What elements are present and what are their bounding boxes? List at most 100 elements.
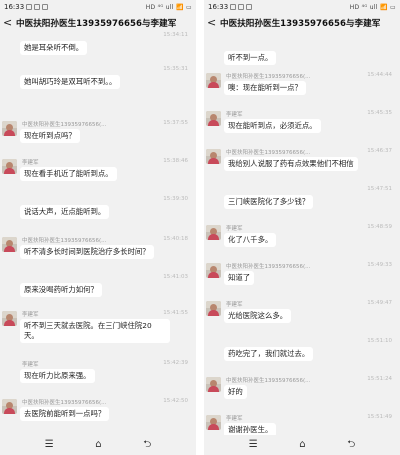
- message-item[interactable]: 李建军 15:51:49 谢谢孙医生。: [204, 412, 400, 435]
- sender-name: 中医扶阳孙医生13935976656(...: [22, 400, 107, 406]
- message-bubble[interactable]: 好的: [224, 385, 247, 399]
- message-time: 15:41:03: [163, 274, 188, 280]
- avatar[interactable]: [206, 263, 221, 278]
- message-bubble[interactable]: 听不清多长时间到医院治疗多长时间？: [20, 245, 154, 259]
- home-icon[interactable]: ⌂: [299, 435, 305, 455]
- notification-icon: [42, 4, 49, 10]
- notification-icon: [238, 4, 245, 10]
- avatar[interactable]: [206, 111, 221, 126]
- message-item[interactable]: 中医扶阳孙医生13935976656(... 15:42:50 去医院前能听到一点吗…: [0, 396, 196, 434]
- avatar[interactable]: [206, 377, 221, 392]
- message-item[interactable]: 李建军 15:45:35 现在能听到点，必须近点。: [204, 108, 400, 146]
- avatar[interactable]: [2, 237, 17, 252]
- message-bubble[interactable]: 听不到三天就去医院。在三门峡住院20天。: [20, 319, 170, 343]
- status-time: 16:33: [4, 3, 25, 11]
- chat-header: < 中医扶阳孙医生13935976656与李建军: [0, 14, 196, 32]
- message-time: 15:49:47: [367, 300, 392, 306]
- message-bubble[interactable]: 噢：现在能听到一点？: [224, 81, 306, 95]
- message-item[interactable]: 李建军 15:41:55 听不到三天就去医院。在三门峡住院20天。: [0, 308, 196, 346]
- back-icon[interactable]: <: [207, 14, 217, 32]
- avatar[interactable]: [206, 73, 221, 88]
- message-bubble[interactable]: 现在听力比原来强。: [20, 369, 95, 383]
- message-item[interactable]: 中医扶阳孙医生13935976656(... 15:49:33 知道了: [204, 260, 400, 298]
- message-bubble[interactable]: 现在听到点吗？: [20, 129, 80, 143]
- message-item[interactable]: 15:51:10 药吃完了，我们就过去。: [204, 336, 400, 374]
- message-item[interactable]: 15:47:51 三门峡医院化了多少钱？: [204, 184, 400, 222]
- message-item[interactable]: 中医扶阳孙医生13935976656(... 15:44:44 噢：现在能听到一点？: [204, 70, 400, 108]
- message-list[interactable]: 听不到一点。中医扶阳孙医生13935976656(... 15:44:44 噢：现在…: [204, 32, 400, 435]
- message-time: 15:40:18: [163, 236, 188, 242]
- home-icon[interactable]: ⌂: [95, 435, 101, 455]
- message-item[interactable]: 中医扶阳孙医生13935976656(... 15:40:18 听不清多长时间到医院…: [0, 234, 196, 272]
- message-bubble[interactable]: 她叫胡巧玲是双耳听不到。。: [20, 75, 121, 89]
- message-time: 15:44:44: [367, 72, 392, 78]
- message-bubble[interactable]: 三门峡医院化了多少钱？: [224, 195, 314, 209]
- sender-name: 李建军: [226, 112, 243, 118]
- sender-name: 中医扶阳孙医生13935976656(...: [22, 238, 107, 244]
- message-bubble[interactable]: 光给医院这么多。: [224, 309, 292, 323]
- chat-title: 中医扶阳孙医生13935976656与李建军: [16, 19, 177, 29]
- message-bubble[interactable]: 我给别人说服了药有点效果他们不相信: [224, 157, 358, 171]
- message-time: 15:51:10: [367, 338, 392, 344]
- message-bubble[interactable]: 知道了: [224, 271, 255, 285]
- status-time: 16:33: [208, 3, 229, 11]
- notification-icon: [230, 4, 237, 10]
- system-nav-bar: ☰ ⌂ ⮌: [204, 435, 400, 455]
- sender-name: 中医扶阳孙医生13935976656(...: [226, 150, 311, 156]
- message-bubble[interactable]: 听不到一点。: [224, 51, 277, 65]
- chat-screen-right: 16:33 HD ⁴ᴳ ull 📶 ▭ < 中医扶阳孙医生13935976656…: [204, 0, 400, 455]
- sender-name: 李建军: [22, 362, 39, 368]
- message-bubble[interactable]: 说话大声，近点能听到。: [20, 205, 110, 219]
- avatar[interactable]: [206, 301, 221, 316]
- back-nav-icon[interactable]: ⮌: [143, 435, 151, 455]
- sender-name: 李建军: [22, 312, 39, 318]
- message-item[interactable]: 15:41:03 原来没喝药听力如何？: [0, 272, 196, 310]
- avatar[interactable]: [206, 415, 221, 430]
- message-bubble[interactable]: 现在看手机近了能听到点。: [20, 167, 117, 181]
- message-time: 15:49:33: [367, 262, 392, 268]
- back-icon[interactable]: <: [3, 14, 13, 32]
- message-item[interactable]: 15:39:30 说话大声，近点能听到。: [0, 194, 196, 232]
- back-nav-icon[interactable]: ⮌: [347, 435, 355, 455]
- message-time: 15:51:49: [367, 414, 392, 420]
- message-item[interactable]: 李建军 15:38:46 现在看手机近了能听到点。: [0, 156, 196, 194]
- message-item[interactable]: 李建军 15:49:47 光给医院这么多。: [204, 298, 400, 336]
- message-item[interactable]: 中医扶阳孙医生13935976656(... 15:46:37 我给别人说服了药有点…: [204, 146, 400, 184]
- message-bubble[interactable]: 谢谢孙医生。: [224, 423, 277, 435]
- menu-icon[interactable]: ☰: [249, 435, 258, 455]
- sender-name: 李建军: [226, 302, 243, 308]
- message-item[interactable]: 15:34:11 她是耳朵听不倒。: [0, 32, 196, 68]
- message-item[interactable]: 中医扶阳孙医生13935976656(... 15:37:55 现在听到点吗？: [0, 118, 196, 156]
- sender-name: 中医扶阳孙医生13935976656(...: [226, 74, 311, 80]
- message-bubble[interactable]: 现在能听到点，必须近点。: [224, 119, 321, 133]
- status-bar: 16:33 HD ⁴ᴳ ull 📶 ▭: [204, 0, 400, 14]
- message-bubble[interactable]: 药吃完了，我们就过去。: [224, 347, 314, 361]
- message-bubble[interactable]: 她是耳朵听不倒。: [20, 41, 88, 55]
- message-time: 15:47:51: [367, 186, 392, 192]
- notification-icon: [34, 4, 41, 10]
- message-item[interactable]: 15:35:31 她叫胡巧玲是双耳听不到。。: [0, 64, 196, 102]
- message-item[interactable]: 李建军 15:42:39 现在听力比原来强。: [0, 358, 196, 396]
- message-item[interactable]: 中医扶阳孙医生13935976656(... 15:51:24 好的: [204, 374, 400, 412]
- message-bubble[interactable]: 原来没喝药听力如何？: [20, 283, 102, 297]
- message-time: 15:39:30: [163, 196, 188, 202]
- avatar[interactable]: [2, 311, 17, 326]
- avatar[interactable]: [2, 121, 17, 136]
- avatar[interactable]: [2, 159, 17, 174]
- message-time: 15:42:39: [163, 360, 188, 366]
- notification-icon: [246, 4, 253, 10]
- chat-screen-left: 16:33 HD ⁴ᴳ ull 📶 ▭ < 中医扶阳孙医生13935976656…: [0, 0, 196, 455]
- menu-icon[interactable]: ☰: [45, 435, 54, 455]
- message-time: 15:46:37: [367, 148, 392, 154]
- avatar[interactable]: [2, 399, 17, 414]
- message-time: 15:35:31: [163, 66, 188, 72]
- message-bubble[interactable]: 化了八千多。: [224, 233, 277, 247]
- message-time: 15:38:46: [163, 158, 188, 164]
- message-bubble[interactable]: 去医院前能听到一点吗？: [20, 407, 110, 421]
- avatar[interactable]: [206, 149, 221, 164]
- message-time: 15:51:24: [367, 376, 392, 382]
- chat-title: 中医扶阳孙医生13935976656与李建军: [220, 19, 381, 29]
- message-item[interactable]: 李建军 15:48:59 化了八千多。: [204, 222, 400, 260]
- avatar[interactable]: [206, 225, 221, 240]
- message-list[interactable]: 15:34:11 她是耳朵听不倒。 15:35:31 她叫胡巧玲是双耳听不到。。中医扶…: [0, 32, 196, 435]
